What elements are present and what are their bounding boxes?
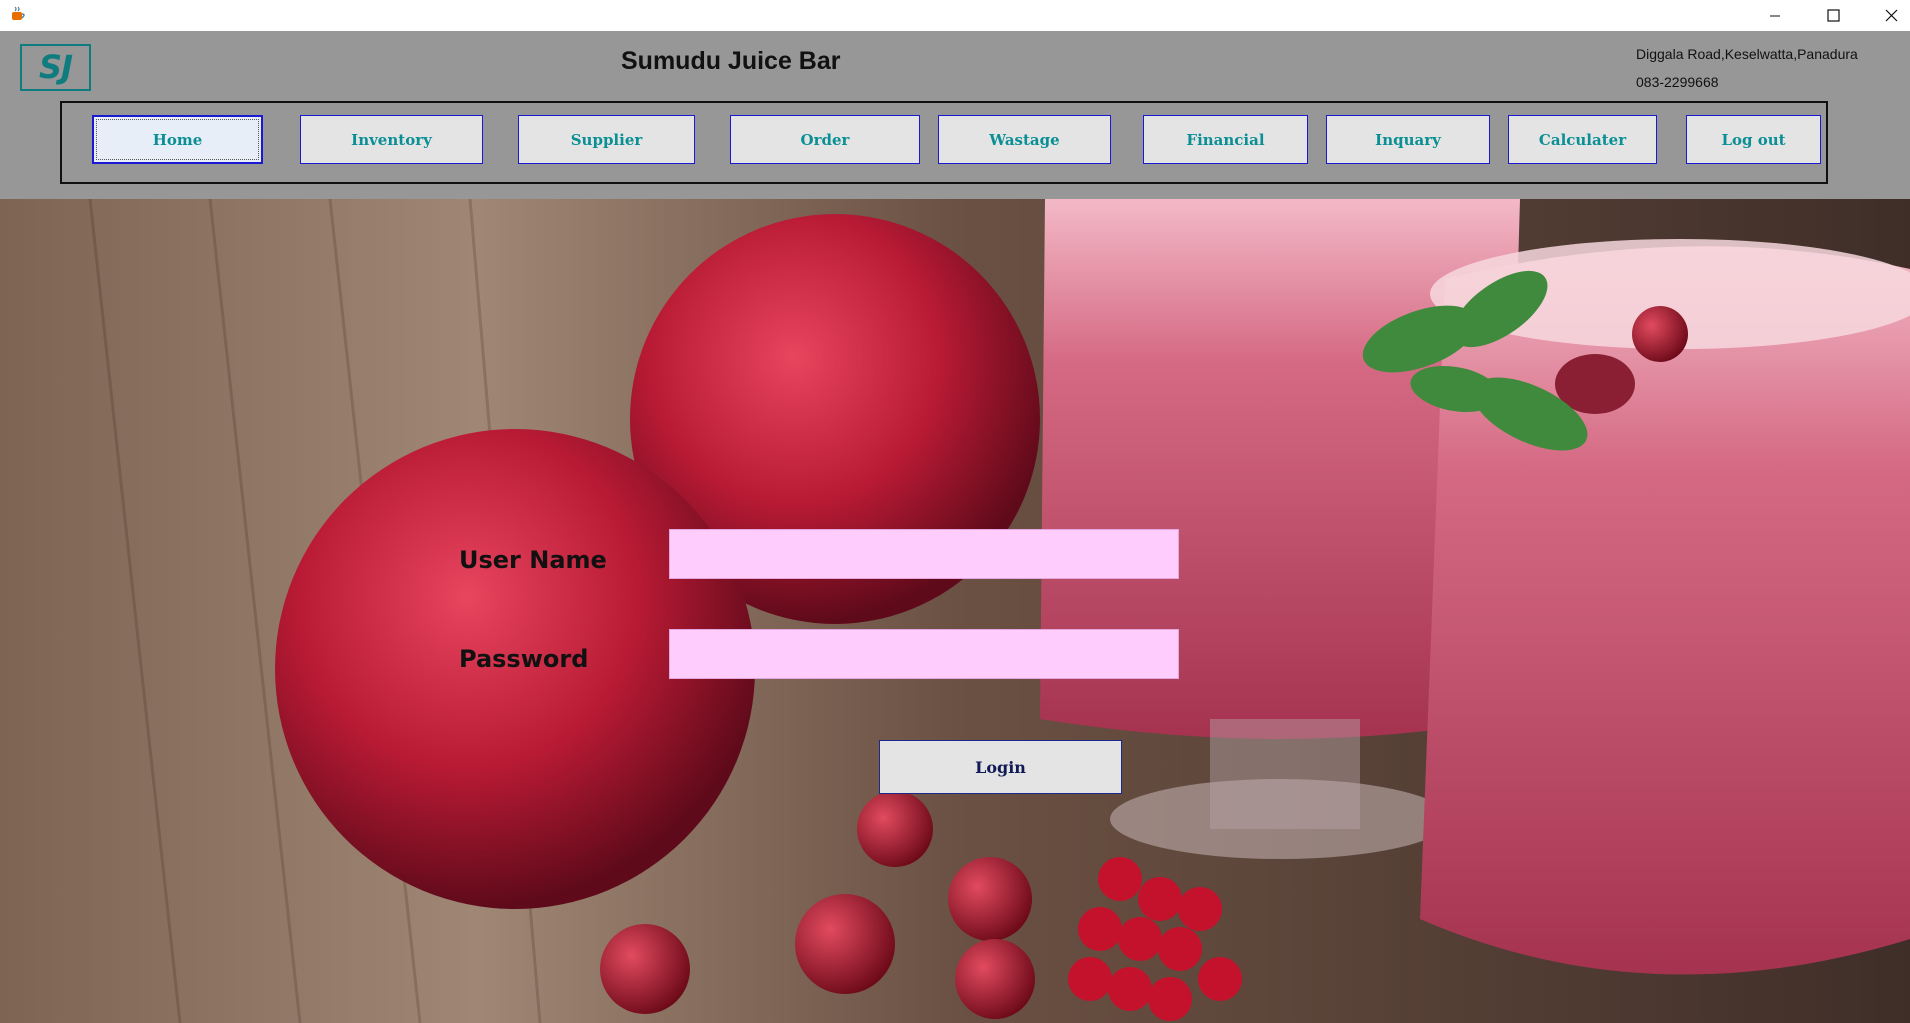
nav-home-button[interactable]: Home bbox=[92, 115, 263, 164]
nav-supplier-button[interactable]: Supplier bbox=[518, 115, 695, 164]
app-title: Sumudu Juice Bar bbox=[621, 47, 841, 75]
fruit-smoothie-illustration bbox=[0, 199, 1910, 1023]
password-input[interactable] bbox=[669, 629, 1179, 679]
app-header: SJ Sumudu Juice Bar Diggala Road,Keselwa… bbox=[0, 31, 1910, 199]
address-text: Diggala Road,Keselwatta,Panadura bbox=[1636, 46, 1858, 62]
window-title-bar bbox=[0, 0, 1910, 31]
nav-inquary-button[interactable]: Inquary bbox=[1326, 115, 1490, 164]
nav-order-button[interactable]: Order bbox=[730, 115, 920, 164]
nav-bar: Home Inventory Supplier Order Wastage Fi… bbox=[60, 101, 1828, 184]
nav-logout-button[interactable]: Log out bbox=[1686, 115, 1821, 164]
close-icon[interactable] bbox=[1868, 0, 1910, 31]
login-button[interactable]: Login bbox=[879, 740, 1122, 794]
java-cup-icon bbox=[12, 6, 25, 20]
nav-wastage-button[interactable]: Wastage bbox=[938, 115, 1111, 164]
nav-financial-button[interactable]: Financial bbox=[1143, 115, 1308, 164]
username-label: User Name bbox=[459, 546, 607, 574]
phone-text: 083-2299668 bbox=[1636, 74, 1719, 90]
nav-calculater-button[interactable]: Calculater bbox=[1508, 115, 1657, 164]
username-input[interactable] bbox=[669, 529, 1179, 579]
maximize-icon[interactable] bbox=[1810, 0, 1856, 31]
background-image bbox=[0, 199, 1910, 1023]
logo: SJ bbox=[20, 44, 91, 91]
minimize-icon[interactable] bbox=[1752, 0, 1798, 31]
password-label: Password bbox=[459, 645, 589, 673]
nav-inventory-button[interactable]: Inventory bbox=[300, 115, 483, 164]
